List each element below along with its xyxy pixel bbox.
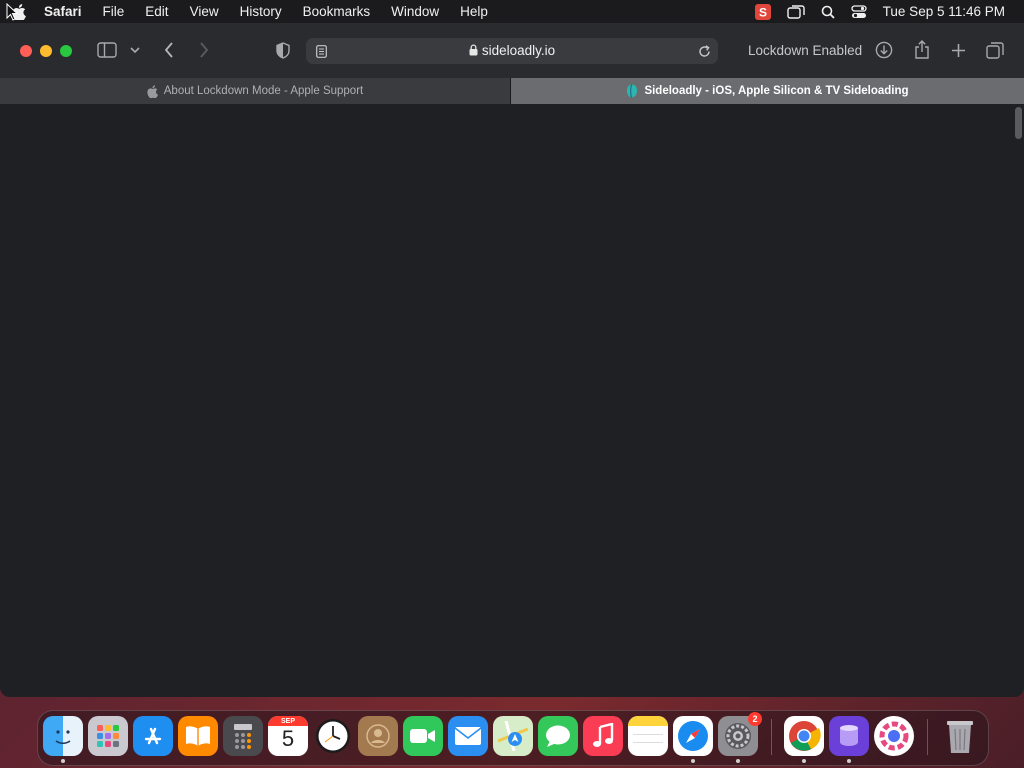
dock-maps-icon[interactable]	[493, 716, 533, 756]
dock-system-settings-icon[interactable]: 2	[718, 712, 762, 763]
tab-lockdown-support[interactable]: About Lockdown Mode - Apple Support	[0, 78, 511, 104]
menu-history[interactable]: History	[240, 4, 282, 19]
zoom-window-button[interactable]	[60, 45, 72, 57]
safari-toolbar: sideloadly.io Lockdown Enabled	[0, 23, 1024, 78]
downloads-icon[interactable]	[874, 40, 894, 60]
dock-finder-icon[interactable]	[43, 716, 83, 763]
web-content-area[interactable]	[0, 104, 1024, 697]
control-center-icon[interactable]	[851, 4, 867, 19]
dock-sideloadly-icon[interactable]	[829, 716, 869, 763]
dock-launchpad-icon[interactable]	[88, 716, 128, 756]
dock-calendar-icon[interactable]: SEP 5	[268, 716, 308, 756]
url-display[interactable]: sideloadly.io	[306, 43, 718, 59]
dock-mail-icon[interactable]	[448, 716, 488, 756]
url-text: sideloadly.io	[481, 43, 556, 58]
reload-icon[interactable]	[696, 43, 712, 59]
dock-contacts-icon[interactable]	[358, 716, 398, 756]
share-icon[interactable]	[912, 38, 932, 60]
dock-app-store-icon[interactable]	[133, 716, 173, 756]
dock: SEP 5 2	[37, 710, 989, 766]
dock-clock-icon[interactable]	[313, 716, 353, 756]
svg-text:S: S	[759, 5, 767, 19]
mouse-pointer-icon	[6, 2, 19, 26]
dock-music-icon[interactable]	[583, 716, 623, 756]
address-bar[interactable]: sideloadly.io	[306, 38, 718, 64]
privacy-shield-icon[interactable]	[274, 40, 292, 60]
calendar-day: 5	[281, 726, 295, 751]
screen-mirroring-icon[interactable]	[786, 4, 805, 19]
menu-bookmarks[interactable]: Bookmarks	[303, 4, 371, 19]
sideloadly-status-icon[interactable]: S	[754, 3, 771, 20]
calendar-month: SEP	[280, 718, 295, 725]
dock-separator	[927, 719, 928, 755]
forward-chevron-icon[interactable]	[195, 40, 213, 60]
running-indicator	[61, 759, 65, 763]
notification-badge: 2	[748, 712, 762, 726]
tab-title: Sideloadly - iOS, Apple Silicon & TV Sid…	[644, 85, 909, 97]
tab-sideloadly[interactable]: Sideloadly - iOS, Apple Silicon & TV Sid…	[511, 78, 1024, 104]
dock-facetime-icon[interactable]	[403, 716, 443, 756]
vertical-scrollbar[interactable]	[1015, 107, 1022, 139]
running-indicator	[802, 759, 806, 763]
dock-messages-icon[interactable]	[538, 716, 578, 756]
menu-view[interactable]: View	[190, 4, 219, 19]
dock-calculator-icon[interactable]	[223, 716, 263, 756]
apple-favicon-icon	[147, 84, 158, 98]
tab-title: About Lockdown Mode - Apple Support	[163, 85, 364, 97]
dock-books-icon[interactable]	[178, 716, 218, 756]
dock-notes-icon[interactable]	[628, 716, 668, 756]
running-indicator	[847, 759, 851, 763]
tab-bar: About Lockdown Mode - Apple Support Side…	[0, 78, 1024, 104]
menu-window[interactable]: Window	[391, 4, 439, 19]
lockdown-status-label[interactable]: Lockdown Enabled	[748, 43, 862, 58]
sideloadly-favicon-icon	[626, 84, 638, 98]
menu-help[interactable]: Help	[460, 4, 488, 19]
running-indicator	[691, 759, 695, 763]
dock-sideloadly-daemon-icon[interactable]	[874, 716, 914, 756]
safari-window: sideloadly.io Lockdown Enabled About Loc…	[0, 23, 1024, 697]
spotlight-search-icon[interactable]	[821, 5, 835, 19]
dock-separator	[771, 719, 772, 755]
dock-safari-icon[interactable]	[673, 716, 713, 763]
dock-trash-icon[interactable]	[940, 716, 980, 756]
menu-file[interactable]: File	[103, 4, 125, 19]
tab-overview-icon[interactable]	[985, 40, 1005, 60]
menu-edit[interactable]: Edit	[145, 4, 168, 19]
dock-chrome-icon[interactable]	[784, 716, 824, 763]
new-tab-plus-icon[interactable]	[948, 40, 968, 60]
sidebar-toggle-icon[interactable]	[96, 40, 118, 60]
close-window-button[interactable]	[20, 45, 32, 57]
menubar-clock[interactable]: Tue Sep 5 11:46 PM	[883, 4, 1005, 19]
running-indicator	[736, 759, 740, 763]
menu-app-safari[interactable]: Safari	[44, 4, 82, 19]
minimize-window-button[interactable]	[40, 45, 52, 57]
back-chevron-icon[interactable]	[160, 40, 178, 60]
tab-group-chevron-down-icon[interactable]	[128, 43, 142, 57]
menu-bar: Safari File Edit View History Bookmarks …	[0, 0, 1024, 23]
lock-icon	[469, 44, 478, 59]
